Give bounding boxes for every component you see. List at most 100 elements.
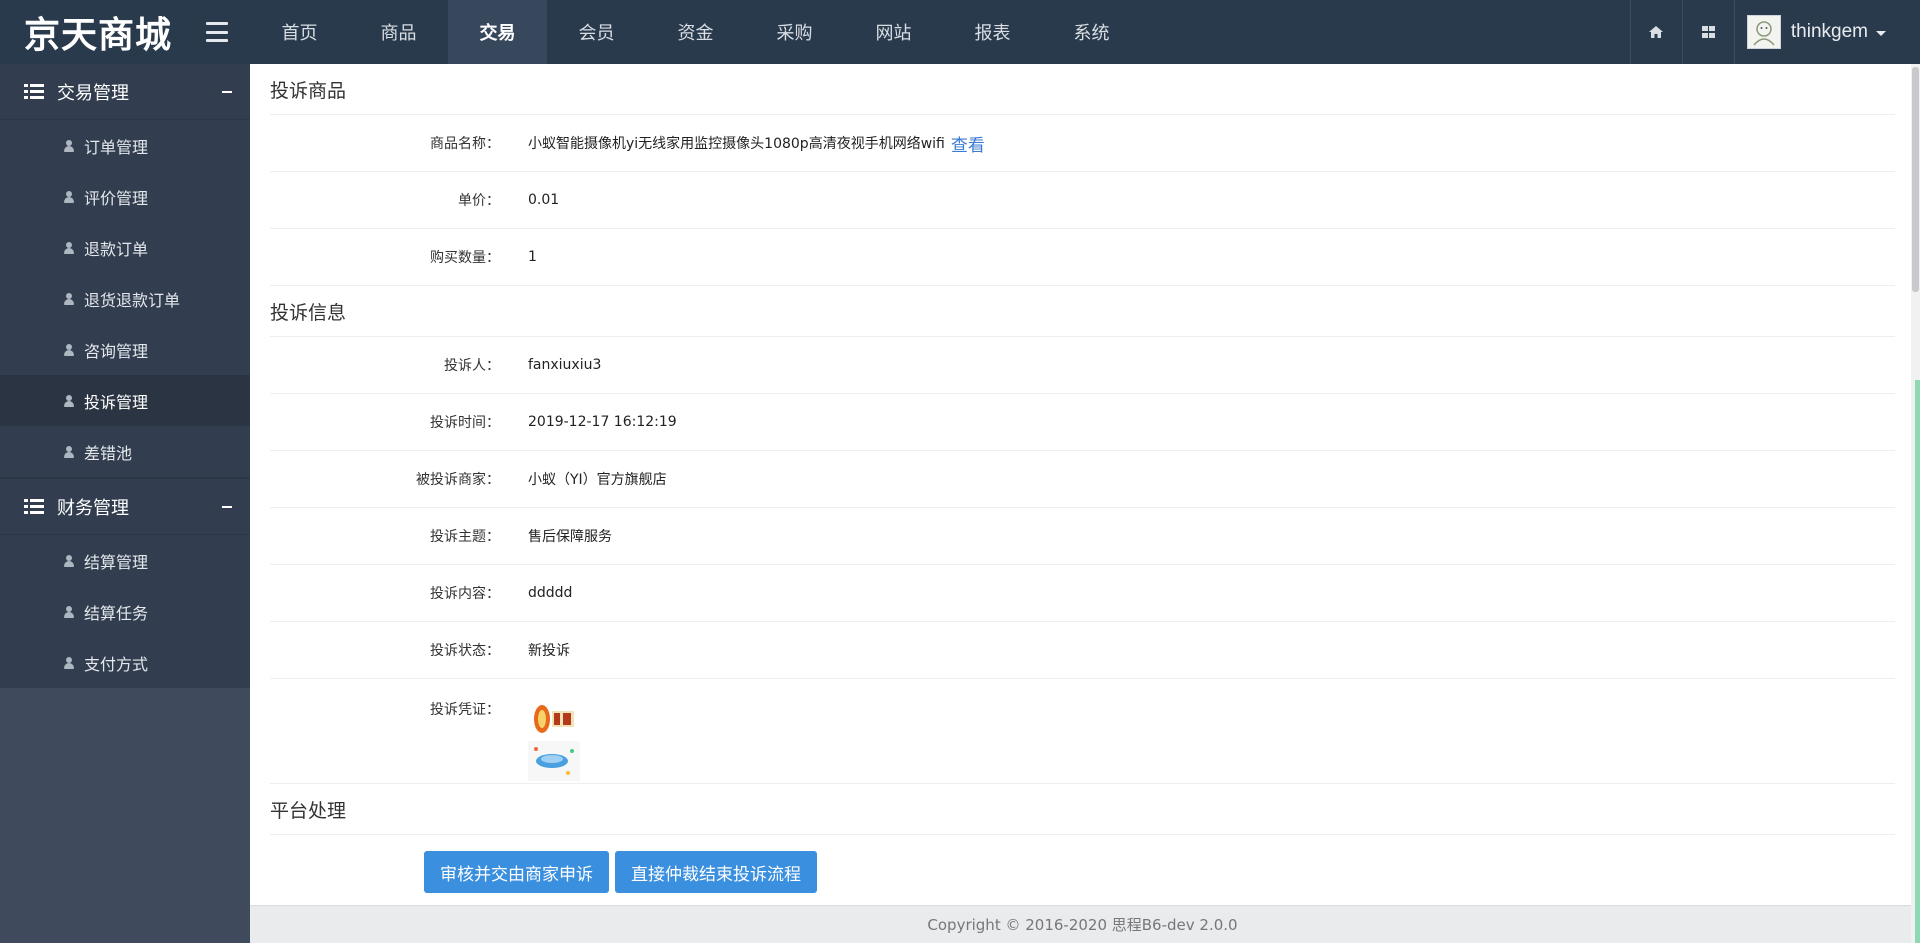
direct-arbitration-button[interactable]: 直接仲裁结束投诉流程 bbox=[615, 851, 817, 893]
caret-down-icon bbox=[1876, 30, 1886, 36]
nav-item-reports[interactable]: 报表 bbox=[943, 0, 1042, 64]
sidebar-item-label: 咨询管理 bbox=[84, 341, 149, 361]
field-label: 单价： bbox=[458, 193, 500, 209]
sidebar-group-trade[interactable]: 交易管理 bbox=[0, 64, 250, 120]
user-icon bbox=[64, 343, 74, 356]
product-name: 小蚁智能摄像机yi无线家用监控摄像头1080p高清夜视手机网络wifi bbox=[528, 136, 945, 152]
sidebar-item-label: 支付方式 bbox=[84, 654, 149, 674]
sidebar-item-returns[interactable]: 退货退款订单 bbox=[0, 273, 250, 324]
nav-item-home[interactable]: 首页 bbox=[250, 0, 349, 64]
nav-item-purchase[interactable]: 采购 bbox=[745, 0, 844, 64]
nav-item-goods[interactable]: 商品 bbox=[349, 0, 448, 64]
user-icon bbox=[64, 394, 74, 407]
field-label: 投诉人： bbox=[444, 358, 500, 374]
main-nav: 首页 商品 交易 会员 资金 采购 网站 报表 系统 bbox=[250, 0, 1141, 64]
sidebar-item-refunds[interactable]: 退款订单 bbox=[0, 222, 250, 273]
avatar bbox=[1746, 15, 1781, 49]
field-label: 投诉时间： bbox=[430, 415, 500, 431]
sidebar-group-finance[interactable]: 财务管理 bbox=[0, 479, 250, 535]
row-merchant: 被投诉商家： 小蚁（YI）官方旗舰店 bbox=[270, 451, 1895, 508]
minus-icon bbox=[222, 91, 232, 93]
nav-item-website[interactable]: 网站 bbox=[844, 0, 943, 64]
sidebar-group-label: 财务管理 bbox=[57, 497, 129, 519]
content-value: ddddd bbox=[528, 585, 573, 601]
field-label: 投诉状态： bbox=[430, 643, 500, 659]
footer: Copyright © 2016-2020 思程B6-dev 2.0.0 bbox=[250, 905, 1915, 943]
nav-item-system[interactable]: 系统 bbox=[1042, 0, 1141, 64]
action-buttons: 审核并交由商家申诉 直接仲裁结束投诉流程 bbox=[270, 835, 1895, 909]
section-title-complaint: 投诉信息 bbox=[270, 286, 1895, 337]
menu-toggle-icon[interactable] bbox=[206, 22, 228, 42]
complaint-time-value: 2019-12-17 16:12:19 bbox=[528, 414, 677, 430]
list-icon bbox=[24, 499, 44, 514]
nav-right: thinkgem bbox=[1629, 0, 1920, 64]
field-label: 商品名称： bbox=[430, 136, 500, 152]
home-button[interactable] bbox=[1629, 0, 1682, 64]
sidebar-item-settlement-tasks[interactable]: 结算任务 bbox=[0, 586, 250, 637]
sidebar-item-consult[interactable]: 咨询管理 bbox=[0, 324, 250, 375]
evidence-image-thumbnail[interactable] bbox=[528, 741, 580, 781]
sidebar-item-label: 结算管理 bbox=[84, 552, 149, 572]
row-complainant: 投诉人： fanxiuxiu3 bbox=[270, 337, 1895, 394]
user-icon bbox=[64, 139, 74, 152]
user-icon bbox=[64, 554, 74, 567]
sidebar-item-errors[interactable]: 差错池 bbox=[0, 426, 250, 477]
field-label: 投诉凭证： bbox=[430, 702, 500, 718]
username: thinkgem bbox=[1790, 21, 1868, 42]
nav-item-member[interactable]: 会员 bbox=[547, 0, 646, 64]
sidebar-item-label: 结算任务 bbox=[84, 603, 149, 623]
sidebar-item-settlement[interactable]: 结算管理 bbox=[0, 535, 250, 586]
home-icon bbox=[1649, 26, 1664, 38]
row-subject: 投诉主题： 售后保障服务 bbox=[270, 508, 1895, 565]
field-label: 购买数量： bbox=[430, 250, 500, 266]
nav-item-trade[interactable]: 交易 bbox=[448, 0, 547, 64]
review-and-forward-button[interactable]: 审核并交由商家申诉 bbox=[424, 851, 609, 893]
user-icon bbox=[64, 656, 74, 669]
row-status: 投诉状态： 新投诉 bbox=[270, 622, 1895, 679]
main-content: 投诉商品 商品名称： 小蚁智能摄像机yi无线家用监控摄像头1080p高清夜视手机… bbox=[250, 64, 1915, 905]
field-label: 投诉主题： bbox=[430, 529, 500, 545]
logo-text: 京天商城 bbox=[24, 15, 173, 56]
subject-value: 售后保障服务 bbox=[528, 529, 612, 545]
app-logo[interactable]: 京天商城 bbox=[0, 0, 250, 64]
user-icon bbox=[64, 605, 74, 618]
top-navbar: 京天商城 首页 商品 交易 会员 资金 采购 网站 报表 系统 thinkgem bbox=[0, 0, 1920, 64]
status-value: 新投诉 bbox=[528, 643, 570, 659]
user-icon bbox=[64, 292, 74, 305]
sidebar: 交易管理 订单管理 评价管理 退款订单 退货退款订单 咨询管理 投诉管理 差错池… bbox=[0, 64, 250, 943]
merchant-value: 小蚁（YI）官方旗舰店 bbox=[528, 472, 667, 488]
section-title-platform: 平台处理 bbox=[270, 784, 1895, 835]
sidebar-group-label: 交易管理 bbox=[57, 82, 129, 104]
row-price: 单价： 0.01 bbox=[270, 172, 1895, 229]
apps-button[interactable] bbox=[1681, 0, 1734, 64]
sidebar-item-label: 差错池 bbox=[84, 443, 133, 463]
user-menu[interactable]: thinkgem bbox=[1733, 0, 1920, 64]
row-product-name: 商品名称： 小蚁智能摄像机yi无线家用监控摄像头1080p高清夜视手机网络wif… bbox=[270, 115, 1895, 172]
user-icon bbox=[64, 190, 74, 203]
copyright-text: Copyright © 2016-2020 思程B6-dev 2.0.0 bbox=[927, 916, 1238, 934]
evidence-images bbox=[528, 699, 580, 781]
row-quantity: 购买数量： 1 bbox=[270, 229, 1895, 286]
sidebar-item-payment[interactable]: 支付方式 bbox=[0, 637, 250, 688]
sidebar-item-orders[interactable]: 订单管理 bbox=[0, 120, 250, 171]
user-icon bbox=[64, 445, 74, 458]
row-content: 投诉内容： ddddd bbox=[270, 565, 1895, 622]
field-label: 被投诉商家： bbox=[416, 472, 500, 488]
sidebar-item-reviews[interactable]: 评价管理 bbox=[0, 171, 250, 222]
sidebar-item-label: 评价管理 bbox=[84, 188, 149, 208]
nav-item-funds[interactable]: 资金 bbox=[646, 0, 745, 64]
sidebar-item-complaints[interactable]: 投诉管理 bbox=[0, 375, 250, 426]
sidebar-item-label: 退货退款订单 bbox=[84, 290, 181, 310]
quantity-value: 1 bbox=[528, 249, 537, 265]
scrollbar-accent bbox=[1915, 380, 1920, 943]
sidebar-item-label: 退款订单 bbox=[84, 239, 149, 259]
evidence-image-thumbnail[interactable] bbox=[528, 699, 580, 739]
row-evidence: 投诉凭证： bbox=[270, 679, 1895, 784]
list-icon bbox=[24, 84, 44, 99]
view-product-link[interactable]: 查看 bbox=[951, 131, 985, 156]
sidebar-item-label: 订单管理 bbox=[84, 137, 149, 157]
scrollbar-thumb[interactable] bbox=[1912, 67, 1919, 292]
section-title-product: 投诉商品 bbox=[270, 64, 1895, 115]
grid-icon bbox=[1701, 26, 1715, 38]
field-label: 投诉内容： bbox=[430, 586, 500, 602]
